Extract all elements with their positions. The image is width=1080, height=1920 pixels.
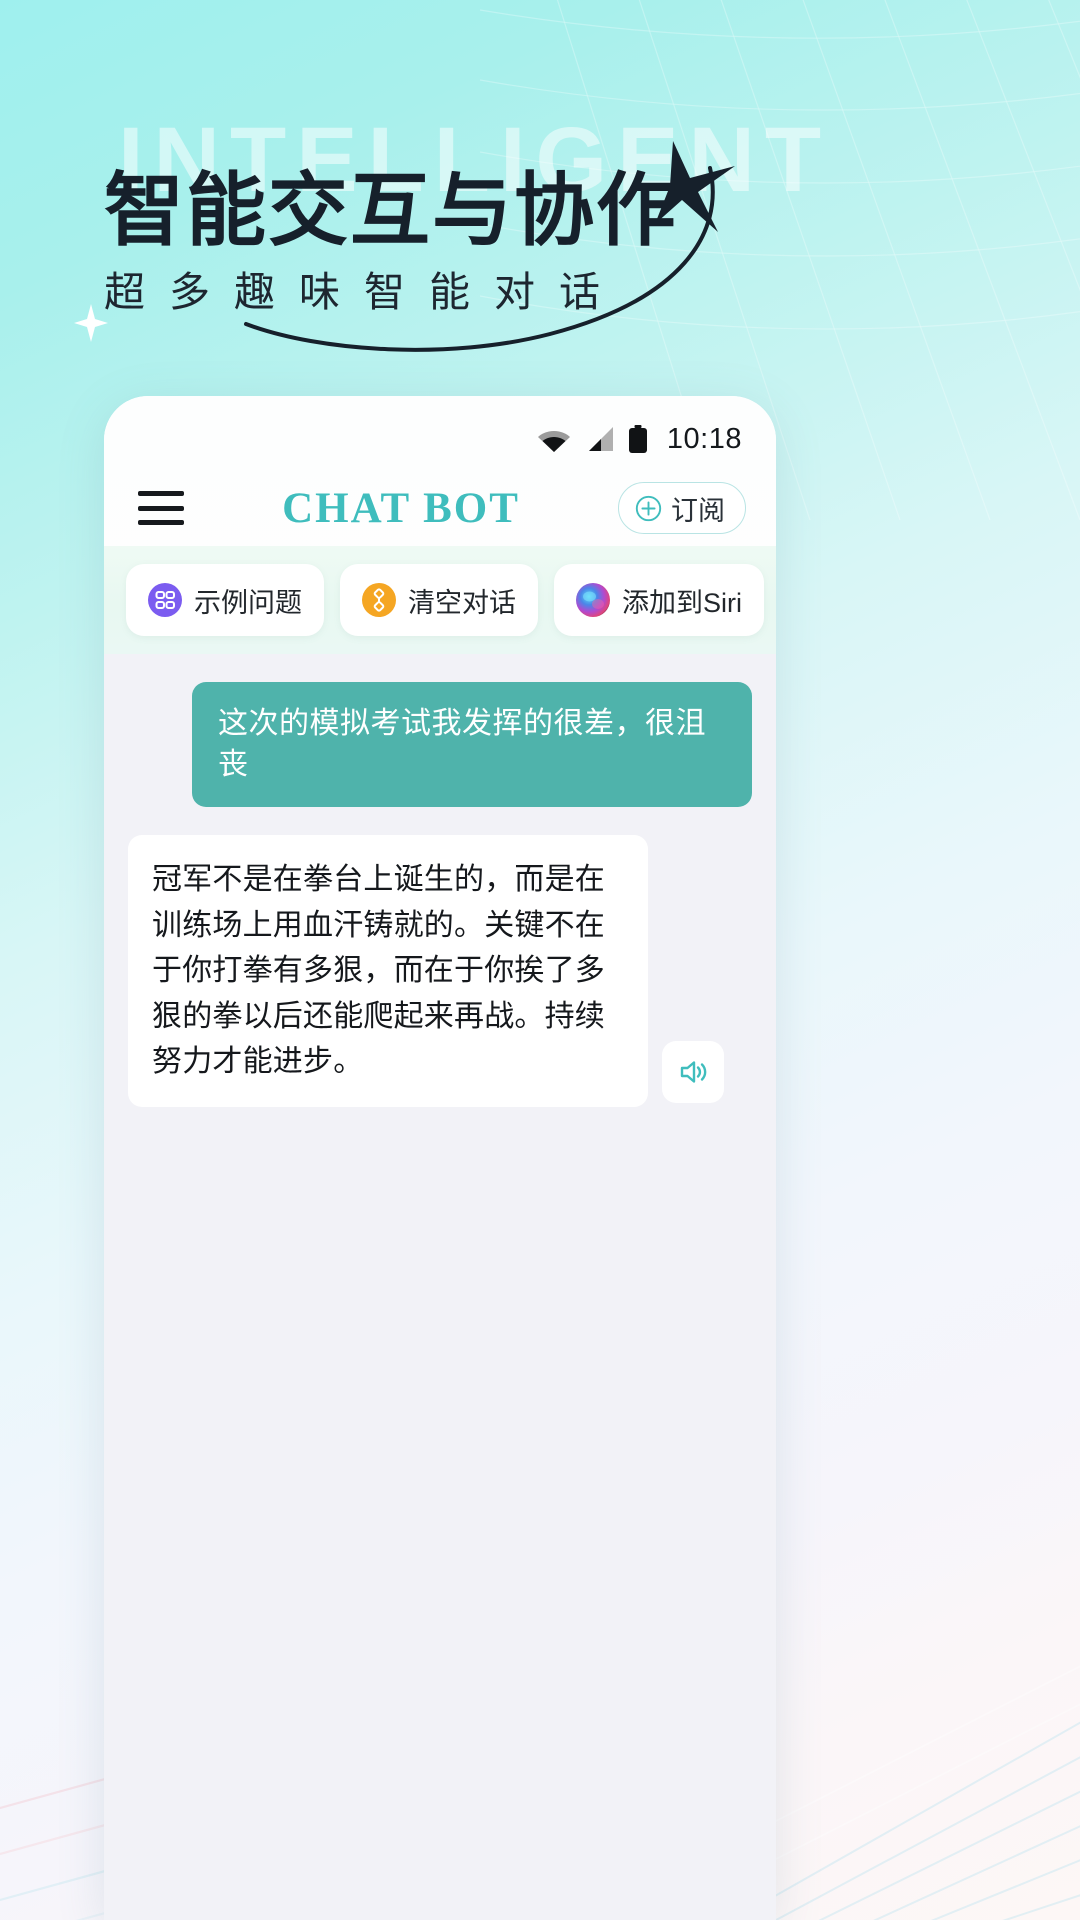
status-bar: 10:18 bbox=[104, 396, 776, 470]
headline-block: INTELLIGENT 智能交互与协作 超多趣味智能对话 bbox=[0, 108, 1080, 368]
user-message-bubble: 这次的模拟考试我发挥的很差，很沮丧 bbox=[192, 682, 752, 807]
battery-icon bbox=[628, 425, 647, 453]
app-title: CHAT BOT bbox=[282, 484, 520, 532]
chip-label: 清空对话 bbox=[408, 587, 516, 618]
app-header: CHAT BOT 订阅 bbox=[104, 470, 776, 546]
bot-message-bubble: 冠军不是在拳台上诞生的，而是在训练场上用血汗铸就的。关键不在于你打拳有多狠，而在… bbox=[128, 835, 648, 1107]
status-time: 10:18 bbox=[666, 422, 742, 455]
chip-label: 示例问题 bbox=[194, 587, 302, 618]
speaker-volume-icon[interactable] bbox=[662, 1040, 724, 1103]
example-questions-icon bbox=[148, 583, 182, 617]
chip-add-to-siri[interactable]: 添加到Siri bbox=[554, 564, 764, 636]
page-title: 智能交互与协作 bbox=[104, 166, 678, 255]
phone-mockup: 10:18 CHAT BOT 订阅 示例问题 清空对话 添加到Siri 这次的模… bbox=[104, 396, 776, 1920]
cellular-signal-icon bbox=[585, 426, 615, 452]
chip-clear-conversation[interactable]: 清空对话 bbox=[340, 564, 538, 636]
conversation-list[interactable]: 这次的模拟考试我发挥的很差，很沮丧 冠军不是在拳台上诞生的，而是在训练场上用血汗… bbox=[104, 654, 776, 1920]
quick-action-chips: 示例问题 清空对话 添加到Siri bbox=[104, 546, 776, 654]
wifi-icon bbox=[537, 426, 571, 452]
chip-example-questions[interactable]: 示例问题 bbox=[126, 564, 324, 636]
promo-page: INTELLIGENT 智能交互与协作 超多趣味智能对话 10:18 CHAT … bbox=[0, 0, 1080, 1920]
subscribe-button[interactable]: 订阅 bbox=[617, 482, 746, 534]
page-subtitle: 超多趣味智能对话 bbox=[104, 269, 624, 315]
chip-label: 添加到Siri bbox=[622, 587, 742, 618]
message-row-bot: 冠军不是在拳台上诞生的，而是在训练场上用血汗铸就的。关键不在于你打拳有多狠，而在… bbox=[128, 835, 752, 1107]
hamburger-menu-icon[interactable] bbox=[138, 491, 184, 525]
subscribe-label: 订阅 bbox=[670, 495, 725, 526]
message-row-user: 这次的模拟考试我发挥的很差，很沮丧 bbox=[128, 682, 752, 807]
plus-circle-icon bbox=[635, 495, 662, 522]
siri-orb-icon bbox=[576, 583, 610, 617]
sparkle-icon bbox=[74, 304, 108, 342]
clear-conversation-icon bbox=[362, 583, 396, 617]
